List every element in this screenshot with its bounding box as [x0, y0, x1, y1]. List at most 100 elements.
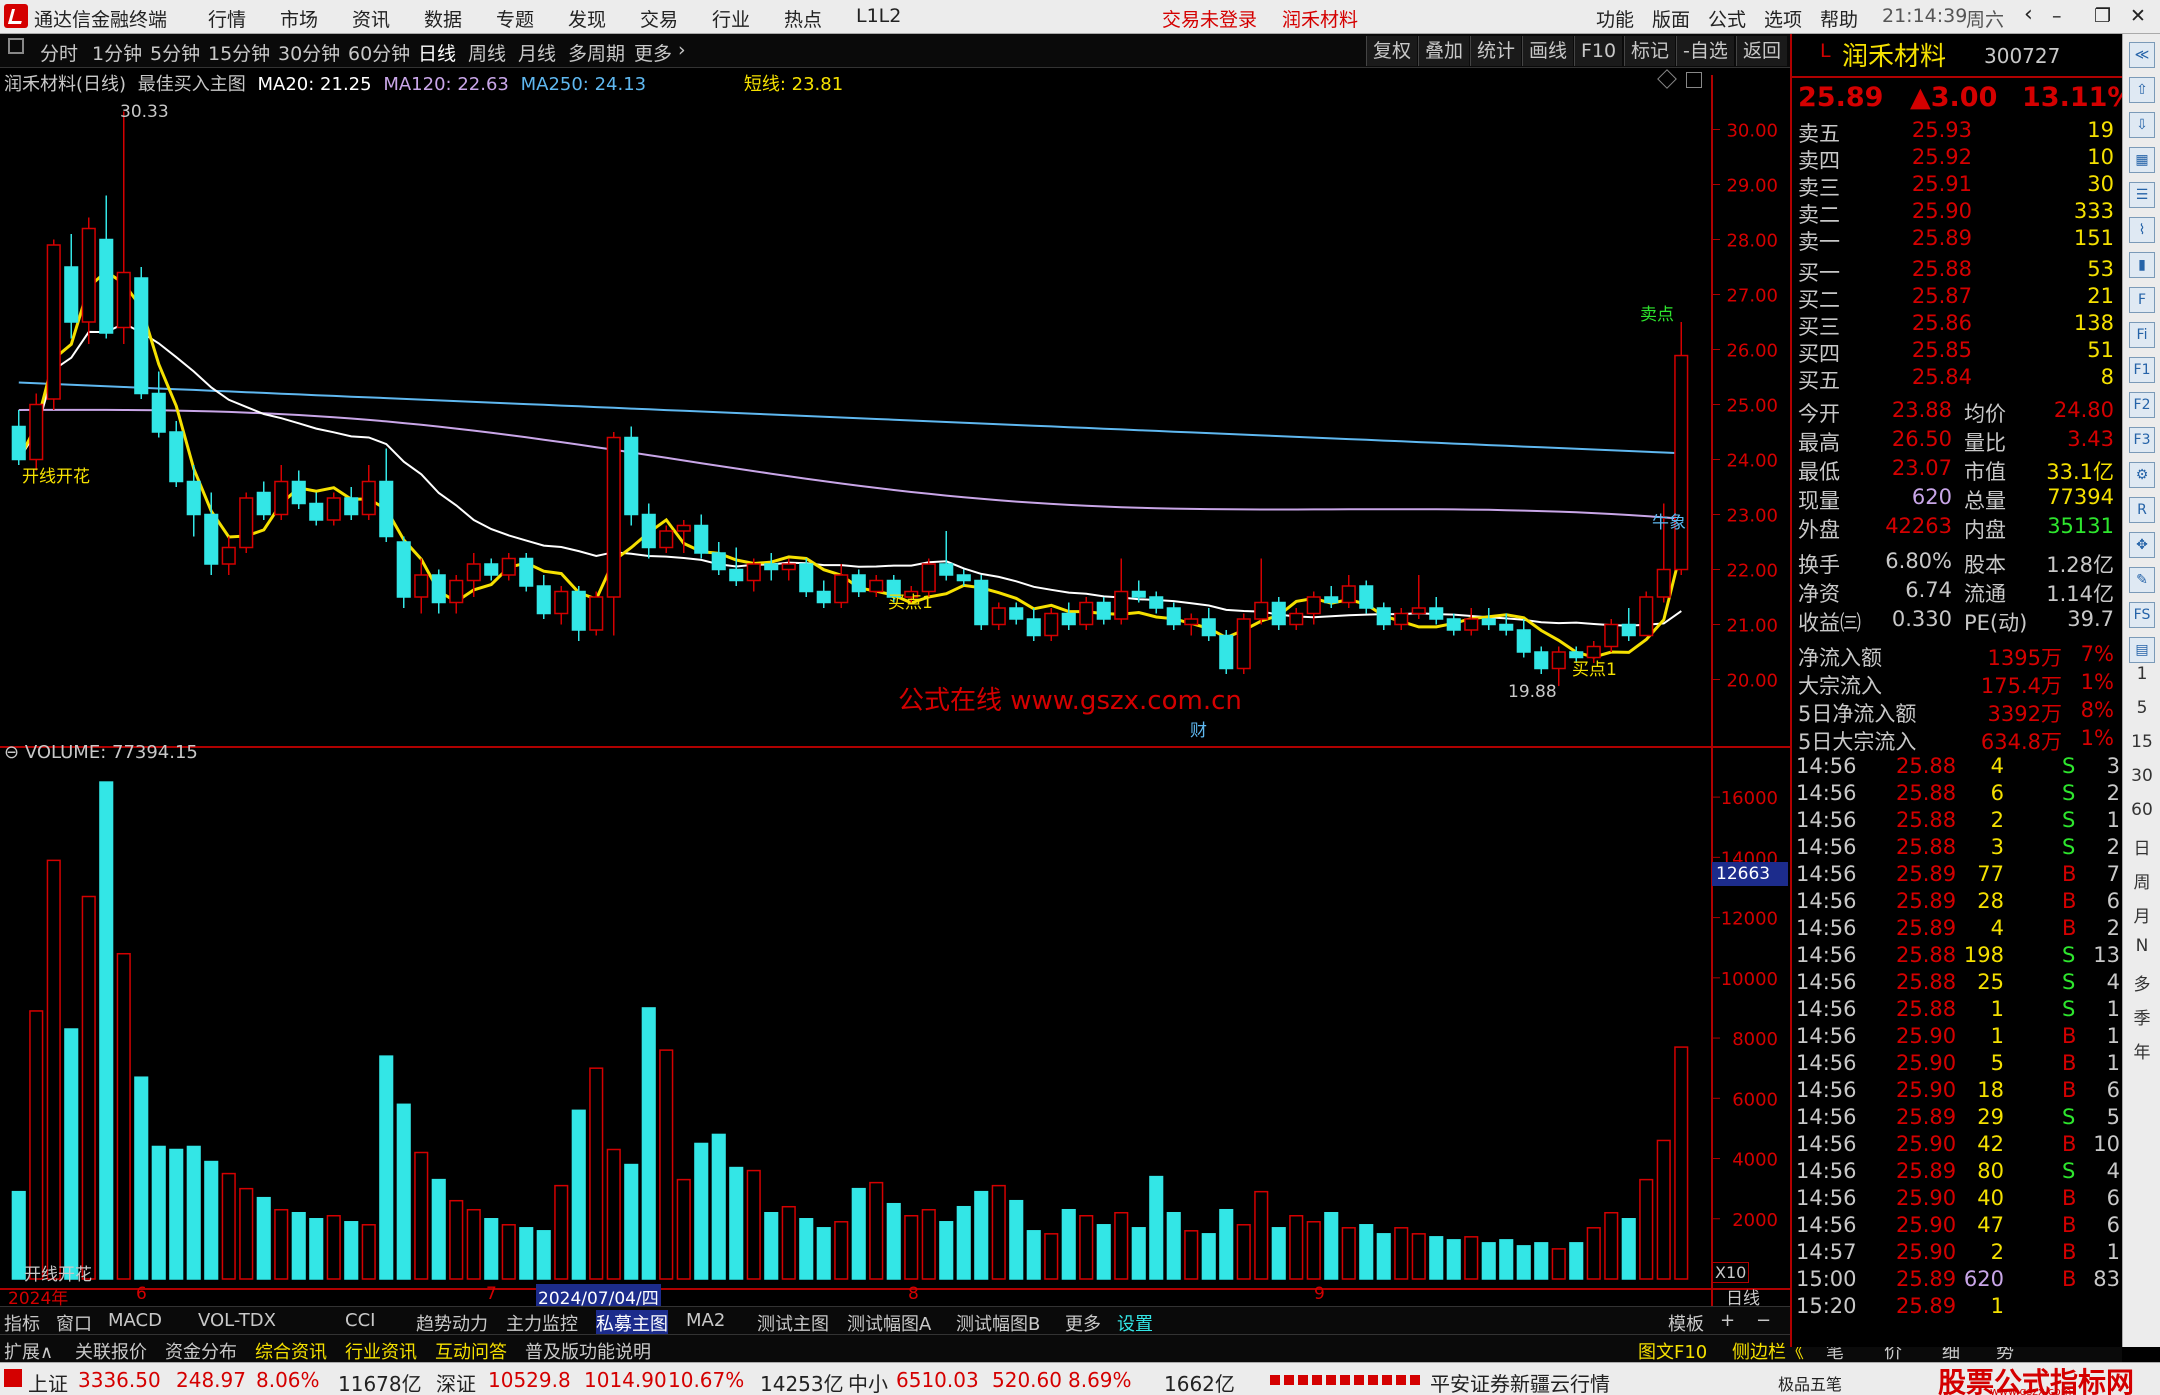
up-icon[interactable]: ⇧ — [2129, 77, 2155, 103]
toggle-panel-icon[interactable] — [8, 38, 24, 54]
compass-icon[interactable]: ✥ — [2129, 532, 2155, 558]
back-arrow-icon[interactable]: ‹ — [2024, 2, 2033, 27]
finance-marker[interactable]: 财 — [1190, 716, 1207, 741]
f2-icon[interactable]: F2 — [2129, 392, 2155, 418]
btn-tongji[interactable]: 统计 — [1470, 36, 1522, 66]
sidebar-period-9[interactable]: 多 — [2123, 970, 2160, 995]
f1-icon[interactable]: F1 — [2129, 357, 2155, 383]
menu-item-zhuanti[interactable]: 专题 — [496, 5, 534, 32]
f10-icon[interactable]: F — [2129, 287, 2155, 313]
menu-item-hangqing[interactable]: 行情 — [208, 5, 246, 32]
indicator-right-0[interactable]: 模板 — [1668, 1310, 1704, 1336]
menu-item-hangye[interactable]: 行业 — [712, 5, 750, 32]
indicator-tab-13[interactable]: 设置 — [1117, 1310, 1153, 1336]
info-tab-4[interactable]: 行业资讯 — [345, 1338, 417, 1364]
menu-item-jiaoyi[interactable]: 交易 — [640, 5, 678, 32]
menu-banmian[interactable]: 版面 — [1652, 5, 1690, 32]
period-5min[interactable]: 5分钟 — [150, 39, 200, 66]
zx-label[interactable]: 中小 — [848, 1368, 888, 1395]
info-tab-2[interactable]: 资金分布 — [165, 1338, 237, 1364]
f3-icon[interactable]: F3 — [2129, 427, 2155, 453]
rsi-icon[interactable]: R — [2129, 497, 2155, 523]
indicator-right-1[interactable]: + — [1720, 1310, 1735, 1331]
period-60min[interactable]: 60分钟 — [348, 39, 410, 66]
sidebar-period-0[interactable]: 1 — [2123, 664, 2160, 684]
sidebar-period-4[interactable]: 60 — [2123, 800, 2160, 820]
maximize-icon[interactable]: ❐ — [2094, 5, 2111, 27]
menu-item-shuju[interactable]: 数据 — [424, 5, 462, 32]
sidebar-period-8[interactable]: N — [2123, 936, 2160, 956]
line-chart-icon[interactable]: ⌇ — [2129, 217, 2155, 243]
period-30min[interactable]: 30分钟 — [278, 39, 340, 66]
btn-f10[interactable]: F10 — [1574, 36, 1623, 66]
info-tab-1[interactable]: 关联报价 — [75, 1338, 147, 1364]
collapse-circle-icon[interactable]: ⊖ — [4, 742, 19, 763]
btn-fanhui[interactable]: 返回 — [1736, 36, 1788, 66]
minimize-icon[interactable]: – — [2052, 5, 2062, 27]
period-multi[interactable]: 多周期 — [568, 39, 625, 66]
btn-fuquan[interactable]: 复权 — [1366, 36, 1418, 66]
close-icon[interactable]: ✕ — [2130, 5, 2146, 27]
indicator-tab-6[interactable]: 主力监控 — [506, 1310, 578, 1336]
menu-item-zixun[interactable]: 资讯 — [352, 5, 390, 32]
indicator-tab-5[interactable]: 趋势动力 — [416, 1310, 488, 1336]
period-monthly[interactable]: 月线 — [518, 39, 556, 66]
period-daily[interactable]: 日线 — [418, 39, 456, 66]
period-more[interactable]: 更多 — [634, 39, 672, 66]
tool-icon[interactable]: ⚙ — [2129, 462, 2155, 488]
indicator-tab-1[interactable]: 窗口 — [56, 1310, 92, 1336]
chart2-icon[interactable]: ▤ — [2129, 637, 2155, 663]
menu-item-l1l2[interactable]: L1L2 — [856, 5, 901, 27]
grid-icon[interactable]: ▦ — [2129, 147, 2155, 173]
period-weekly[interactable]: 周线 — [468, 39, 506, 66]
menu-item-faxian[interactable]: 发现 — [568, 5, 606, 32]
indicator-tab-9[interactable]: 测试主图 — [757, 1310, 829, 1336]
indicator-tab-8[interactable]: MA2 — [686, 1310, 725, 1331]
info-tab-6[interactable]: 普及版功能说明 — [525, 1338, 651, 1364]
indicator-tab-12[interactable]: 更多 — [1065, 1310, 1101, 1336]
indicator-right-2[interactable]: − — [1756, 1310, 1771, 1331]
menu-bangzhu[interactable]: 帮助 — [1820, 5, 1858, 32]
period-15min[interactable]: 15分钟 — [208, 39, 270, 66]
down-icon[interactable]: ⇩ — [2129, 112, 2155, 138]
period-fenshi[interactable]: 分时 — [40, 39, 78, 66]
candle-icon[interactable]: ▮ — [2129, 252, 2155, 278]
login-notice[interactable]: 交易未登录 — [1162, 5, 1257, 32]
info-tab-3[interactable]: 综合资讯 — [255, 1338, 327, 1364]
chart-formula-name[interactable]: 最佳买入主图 — [138, 74, 246, 95]
sidebar-period-1[interactable]: 5 — [2123, 698, 2160, 718]
menu-item-redian[interactable]: 热点 — [784, 5, 822, 32]
menu-item-shichang[interactable]: 市场 — [280, 5, 318, 32]
ime-indicator[interactable]: 极品五笔 — [1778, 1371, 1842, 1395]
sidebar-period-2[interactable]: 15 — [2123, 732, 2160, 752]
info-tab-5[interactable]: 互动问答 — [435, 1338, 507, 1364]
indicator-tab-10[interactable]: 测试幅图A — [847, 1310, 931, 1336]
indicator-tab-7[interactable]: 私募主图 — [596, 1310, 668, 1336]
sz-label[interactable]: 深证 — [436, 1368, 476, 1395]
btn-biaoji[interactable]: 标记 — [1624, 36, 1676, 66]
indicator-tab-2[interactable]: MACD — [108, 1310, 162, 1331]
indicator-tab-11[interactable]: 测试幅图B — [956, 1310, 1040, 1336]
period-1min[interactable]: 1分钟 — [92, 39, 142, 66]
sidebar-period-11[interactable]: 年 — [2123, 1038, 2160, 1063]
sidebar-period-7[interactable]: 月 — [2123, 902, 2160, 927]
sidebar-period-6[interactable]: 周 — [2123, 868, 2160, 893]
menu-gongshi[interactable]: 公式 — [1708, 5, 1746, 32]
pen-icon[interactable]: ✎ — [2129, 567, 2155, 593]
menu-xuanxiang[interactable]: 选项 — [1764, 5, 1802, 32]
sidebar-period-3[interactable]: 30 — [2123, 766, 2160, 786]
sidebar-period-5[interactable]: 日 — [2123, 834, 2160, 859]
indicator-tab-0[interactable]: 指标 — [4, 1310, 40, 1336]
collapse-icon[interactable]: ≪ — [2129, 42, 2155, 68]
fs-icon[interactable]: FS — [2129, 602, 2155, 628]
sidebar-period-10[interactable]: 季 — [2123, 1004, 2160, 1029]
indicator-tab-3[interactable]: VOL-TDX — [198, 1310, 276, 1331]
list-icon[interactable]: ☰ — [2129, 182, 2155, 208]
indicator-tab-4[interactable]: CCI — [345, 1310, 375, 1331]
fi-icon[interactable]: Fi — [2129, 322, 2155, 348]
btn-huaxian[interactable]: 画线 — [1522, 36, 1574, 66]
menu-gongneng[interactable]: 功能 — [1596, 5, 1634, 32]
btn-diejia[interactable]: 叠加 — [1418, 36, 1470, 66]
sh-label[interactable]: 上证 — [28, 1368, 68, 1395]
btn-zixuan[interactable]: -自选 — [1676, 36, 1734, 66]
